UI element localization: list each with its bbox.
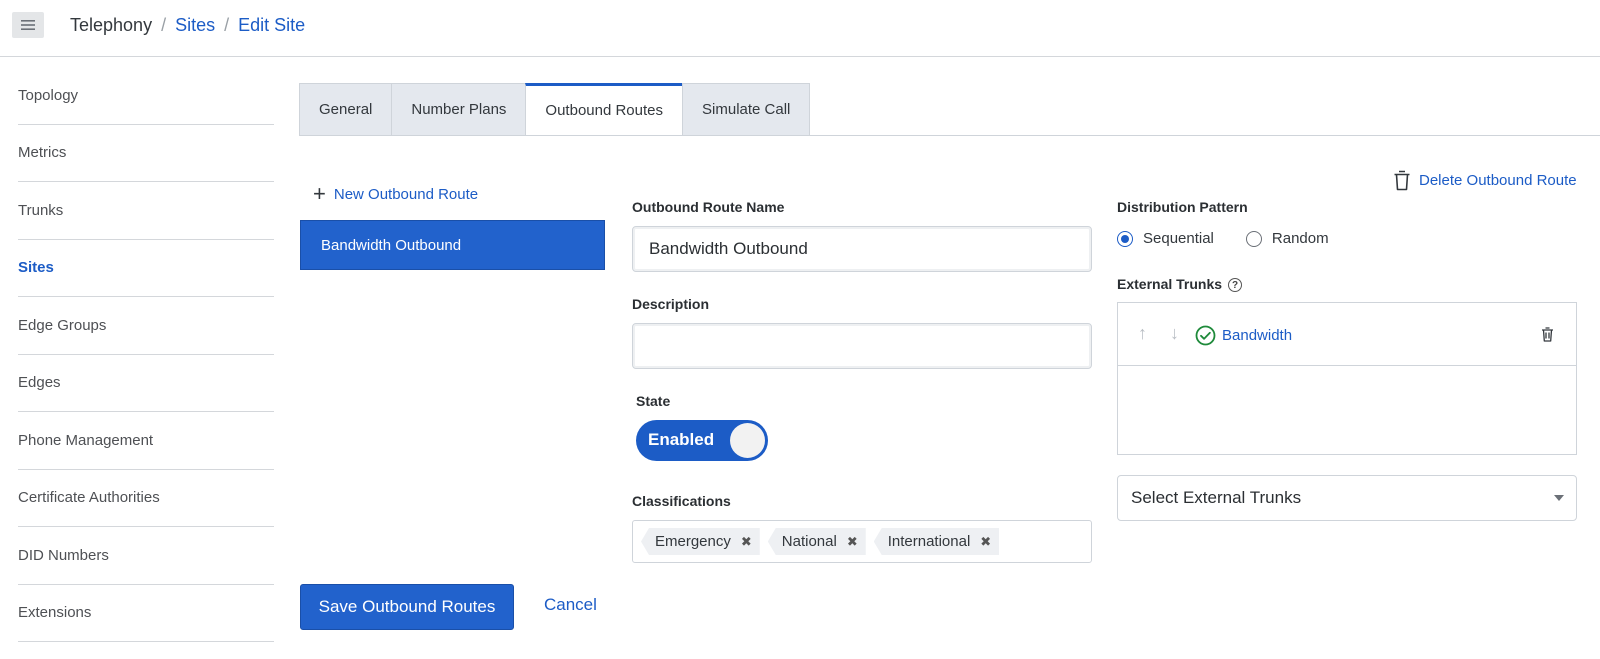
sidebar-item-certificate-authorities[interactable]: Certificate Authorities (18, 470, 274, 527)
remove-chip-icon[interactable]: ✖ (847, 534, 858, 550)
sidebar-item-edge-groups[interactable]: Edge Groups (18, 297, 274, 355)
trunk-row: ↑ ↓ Bandwidth (1118, 303, 1576, 366)
select-external-trunks-placeholder: Select External Trunks (1131, 488, 1302, 507)
sidebar-item-extensions[interactable]: Extensions (18, 585, 274, 642)
tab-number-plans[interactable]: Number Plans (391, 83, 526, 136)
breadcrumb-sites[interactable]: Sites (175, 15, 215, 36)
trash-icon[interactable] (1541, 327, 1554, 342)
delete-outbound-route-button[interactable]: Delete Outbound Route (1393, 170, 1577, 191)
new-outbound-route-button[interactable]: + New Outbound Route (313, 183, 478, 205)
tab-outbound-routes[interactable]: Outbound Routes (525, 83, 683, 136)
top-header: Telephony / Sites / Edit Site (0, 0, 1600, 57)
random-radio[interactable] (1245, 230, 1262, 247)
breadcrumb-edit-site[interactable]: Edit Site (238, 15, 305, 36)
breadcrumb-telephony: Telephony (70, 15, 153, 35)
sequential-radio[interactable] (1117, 230, 1133, 247)
breadcrumb-separator: / (224, 15, 230, 35)
chip-label: Emergency (655, 533, 731, 550)
toggle-knob (730, 423, 765, 458)
breadcrumb: Telephony / Sites / Edit Site (70, 15, 305, 36)
sidebar-item-topology[interactable]: Topology (18, 67, 274, 125)
trash-icon (1394, 170, 1410, 191)
classification-chip: Emergency ✖ (641, 528, 760, 555)
sidebar-item-phone-management[interactable]: Phone Management (18, 412, 274, 470)
check-circle-icon (1195, 325, 1216, 346)
menu-icon[interactable] (12, 12, 44, 38)
sidebar-item-metrics[interactable]: Metrics (18, 125, 274, 182)
new-outbound-route-label: New Outbound Route (333, 185, 479, 203)
distribution-pattern-label: Distribution Pattern (1117, 199, 1248, 215)
remove-chip-icon[interactable]: ✖ (980, 534, 991, 550)
sidebar-nav: Topology Metrics Trunks Sites Edge Group… (18, 67, 274, 642)
classifications-input[interactable]: Emergency ✖ National ✖ International ✖ (632, 520, 1092, 563)
tab-general[interactable]: General (299, 83, 392, 136)
description-input[interactable] (632, 323, 1092, 369)
cancel-button[interactable]: Cancel (544, 595, 597, 615)
sidebar-item-sites[interactable]: Sites (18, 240, 274, 297)
route-name-input[interactable] (632, 226, 1092, 272)
external-trunks-label: External Trunks (1117, 276, 1223, 292)
sequential-label: Sequential (1143, 230, 1214, 247)
route-list-item[interactable]: Bandwidth Outbound (300, 220, 605, 270)
sidebar-item-edges[interactable]: Edges (18, 355, 274, 412)
help-icon[interactable]: ? (1228, 278, 1243, 293)
chip-label: National (781, 533, 837, 550)
trunk-link[interactable]: Bandwidth (1222, 327, 1292, 344)
external-trunks-list: ↑ ↓ Bandwidth (1117, 302, 1577, 455)
sidebar-item-trunks[interactable]: Trunks (18, 182, 274, 240)
caret-down-icon (1554, 495, 1564, 501)
arrow-up-icon[interactable]: ↑ (1138, 323, 1147, 344)
remove-chip-icon[interactable]: ✖ (741, 534, 752, 550)
route-name-label: Outbound Route Name (632, 199, 785, 215)
external-trunks-label-row: External Trunks? (1117, 276, 1243, 293)
state-toggle[interactable]: Enabled (636, 420, 768, 461)
state-toggle-label: Enabled (648, 430, 715, 449)
plus-icon: + (313, 181, 326, 206)
classification-chip: International ✖ (873, 528, 1000, 555)
classifications-label: Classifications (632, 493, 731, 509)
random-label: Random (1271, 230, 1329, 247)
tab-simulate-call[interactable]: Simulate Call (682, 83, 811, 136)
breadcrumb-separator: / (161, 15, 167, 35)
sidebar-item-did-numbers[interactable]: DID Numbers (18, 527, 274, 585)
delete-outbound-route-label: Delete Outbound Route (1419, 172, 1577, 189)
state-label: State (636, 393, 671, 409)
description-label: Description (632, 296, 710, 312)
arrow-down-icon[interactable]: ↓ (1170, 323, 1179, 344)
tab-divider (299, 135, 1600, 136)
chip-label: International (887, 533, 971, 550)
classification-chip: National ✖ (767, 528, 866, 555)
save-outbound-routes-button[interactable]: Save Outbound Routes (300, 584, 514, 630)
tab-bar: General Number Plans Outbound Routes Sim… (299, 83, 811, 136)
select-external-trunks-dropdown[interactable]: Select External Trunks (1117, 475, 1577, 521)
distribution-radio-group: Sequential Random (1117, 230, 1329, 247)
